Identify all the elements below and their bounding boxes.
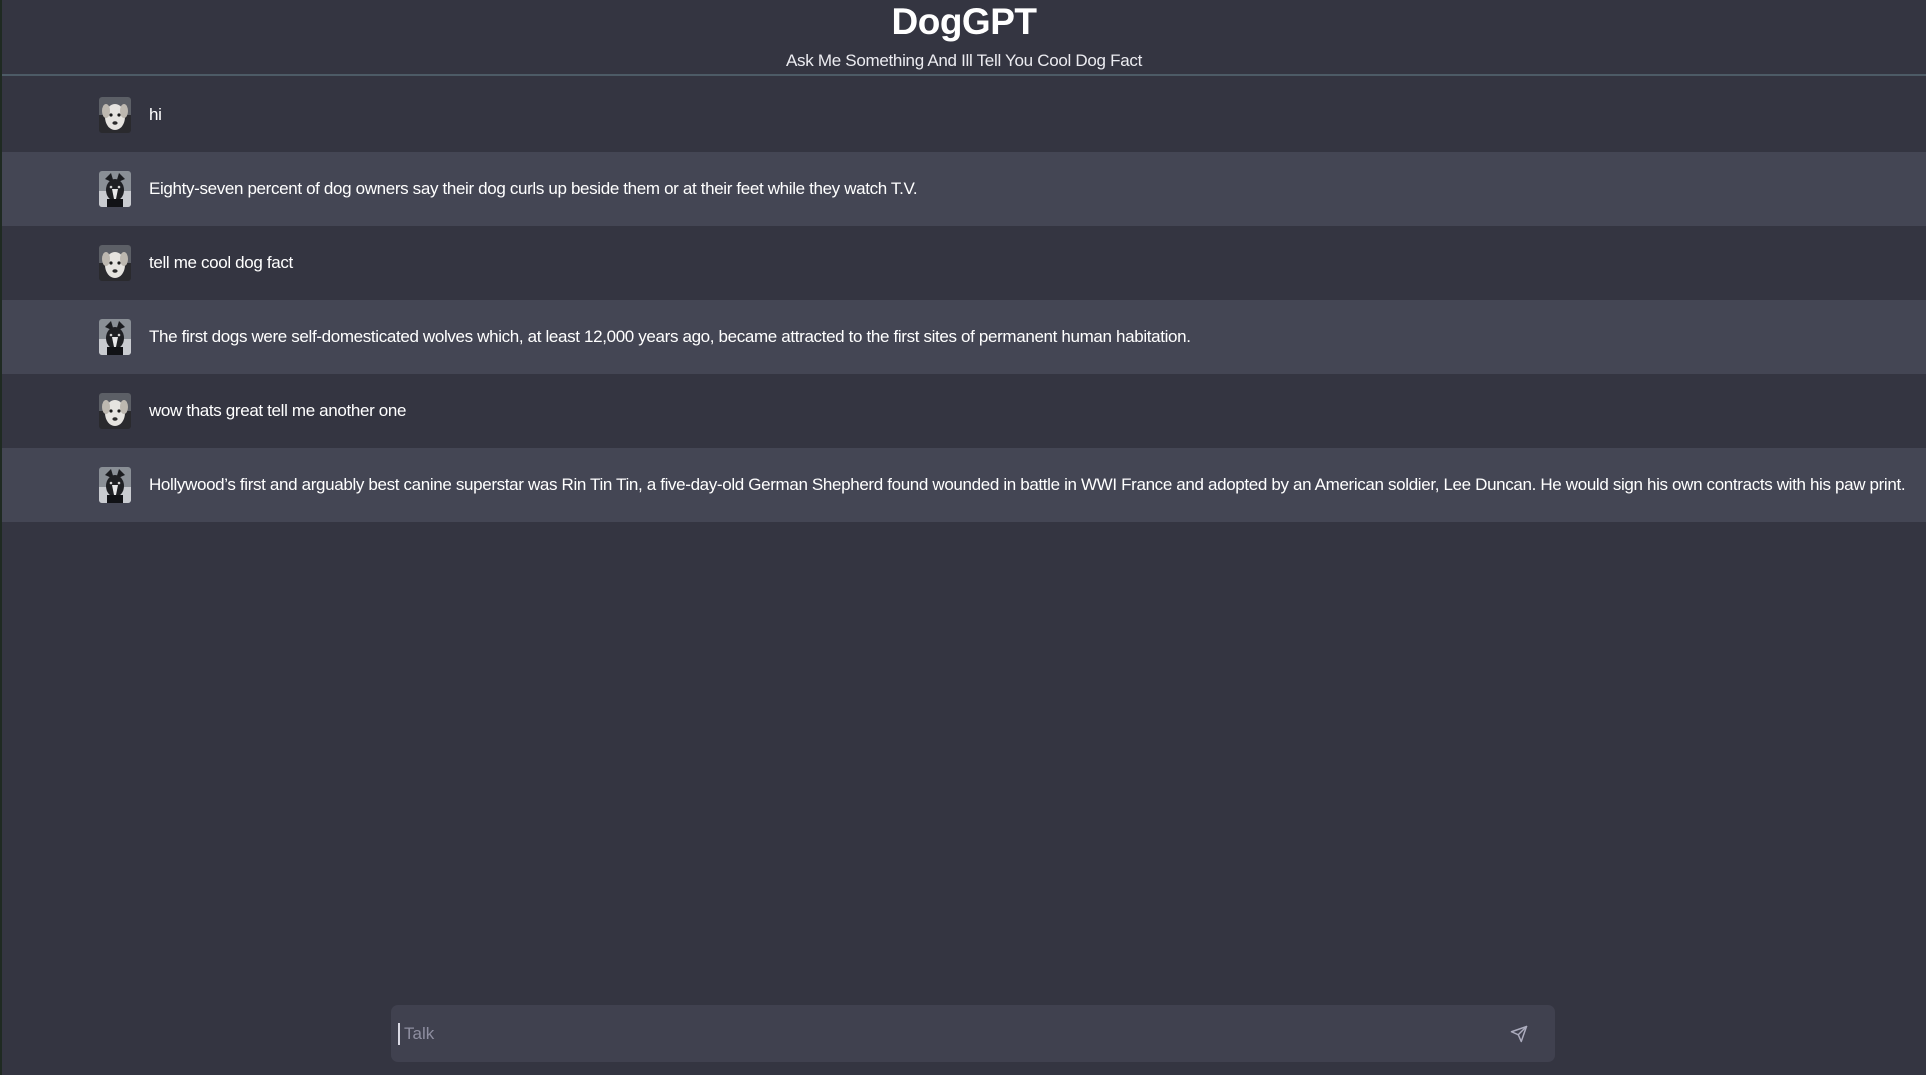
- text-cursor: [398, 1023, 400, 1045]
- message-list: hi Eighty-seven percent of dog owners sa…: [2, 78, 1926, 522]
- user-message: wow thats great tell me another one: [2, 374, 1926, 448]
- white-dog-avatar-icon: [99, 393, 131, 429]
- bot-message: The first dogs were self-domesticated wo…: [2, 300, 1926, 374]
- app-window: DogGPT Ask Me Something And Ill Tell You…: [0, 0, 1926, 1075]
- send-icon: [1510, 1025, 1528, 1042]
- white-dog-avatar-icon: [99, 245, 131, 281]
- user-message: tell me cool dog fact: [2, 226, 1926, 300]
- talk-input[interactable]: [391, 1005, 1499, 1062]
- dark-dog-avatar-icon: [99, 319, 131, 355]
- message-text: tell me cool dog fact: [149, 253, 293, 272]
- white-dog-avatar-icon: [99, 97, 131, 133]
- message-text: Eighty-seven percent of dog owners say t…: [149, 179, 918, 198]
- dark-dog-avatar-icon: [99, 467, 131, 503]
- message-text: Hollywood’s first and arguably best cani…: [149, 475, 1906, 494]
- page-subtitle: Ask Me Something And Ill Tell You Cool D…: [785, 51, 1143, 70]
- bot-message: Eighty-seven percent of dog owners say t…: [2, 152, 1926, 226]
- user-message: hi: [2, 78, 1926, 152]
- page-title: DogGPT: [891, 1, 1037, 42]
- header: DogGPT Ask Me Something And Ill Tell You…: [2, 0, 1926, 76]
- send-button[interactable]: [1499, 1014, 1539, 1054]
- message-text: The first dogs were self-domesticated wo…: [149, 327, 1191, 346]
- bot-message: Hollywood’s first and arguably best cani…: [2, 448, 1926, 522]
- chat-composer: [391, 1005, 1555, 1062]
- message-text: hi: [149, 105, 162, 124]
- message-text: wow thats great tell me another one: [149, 401, 407, 420]
- dark-dog-avatar-icon: [99, 171, 131, 207]
